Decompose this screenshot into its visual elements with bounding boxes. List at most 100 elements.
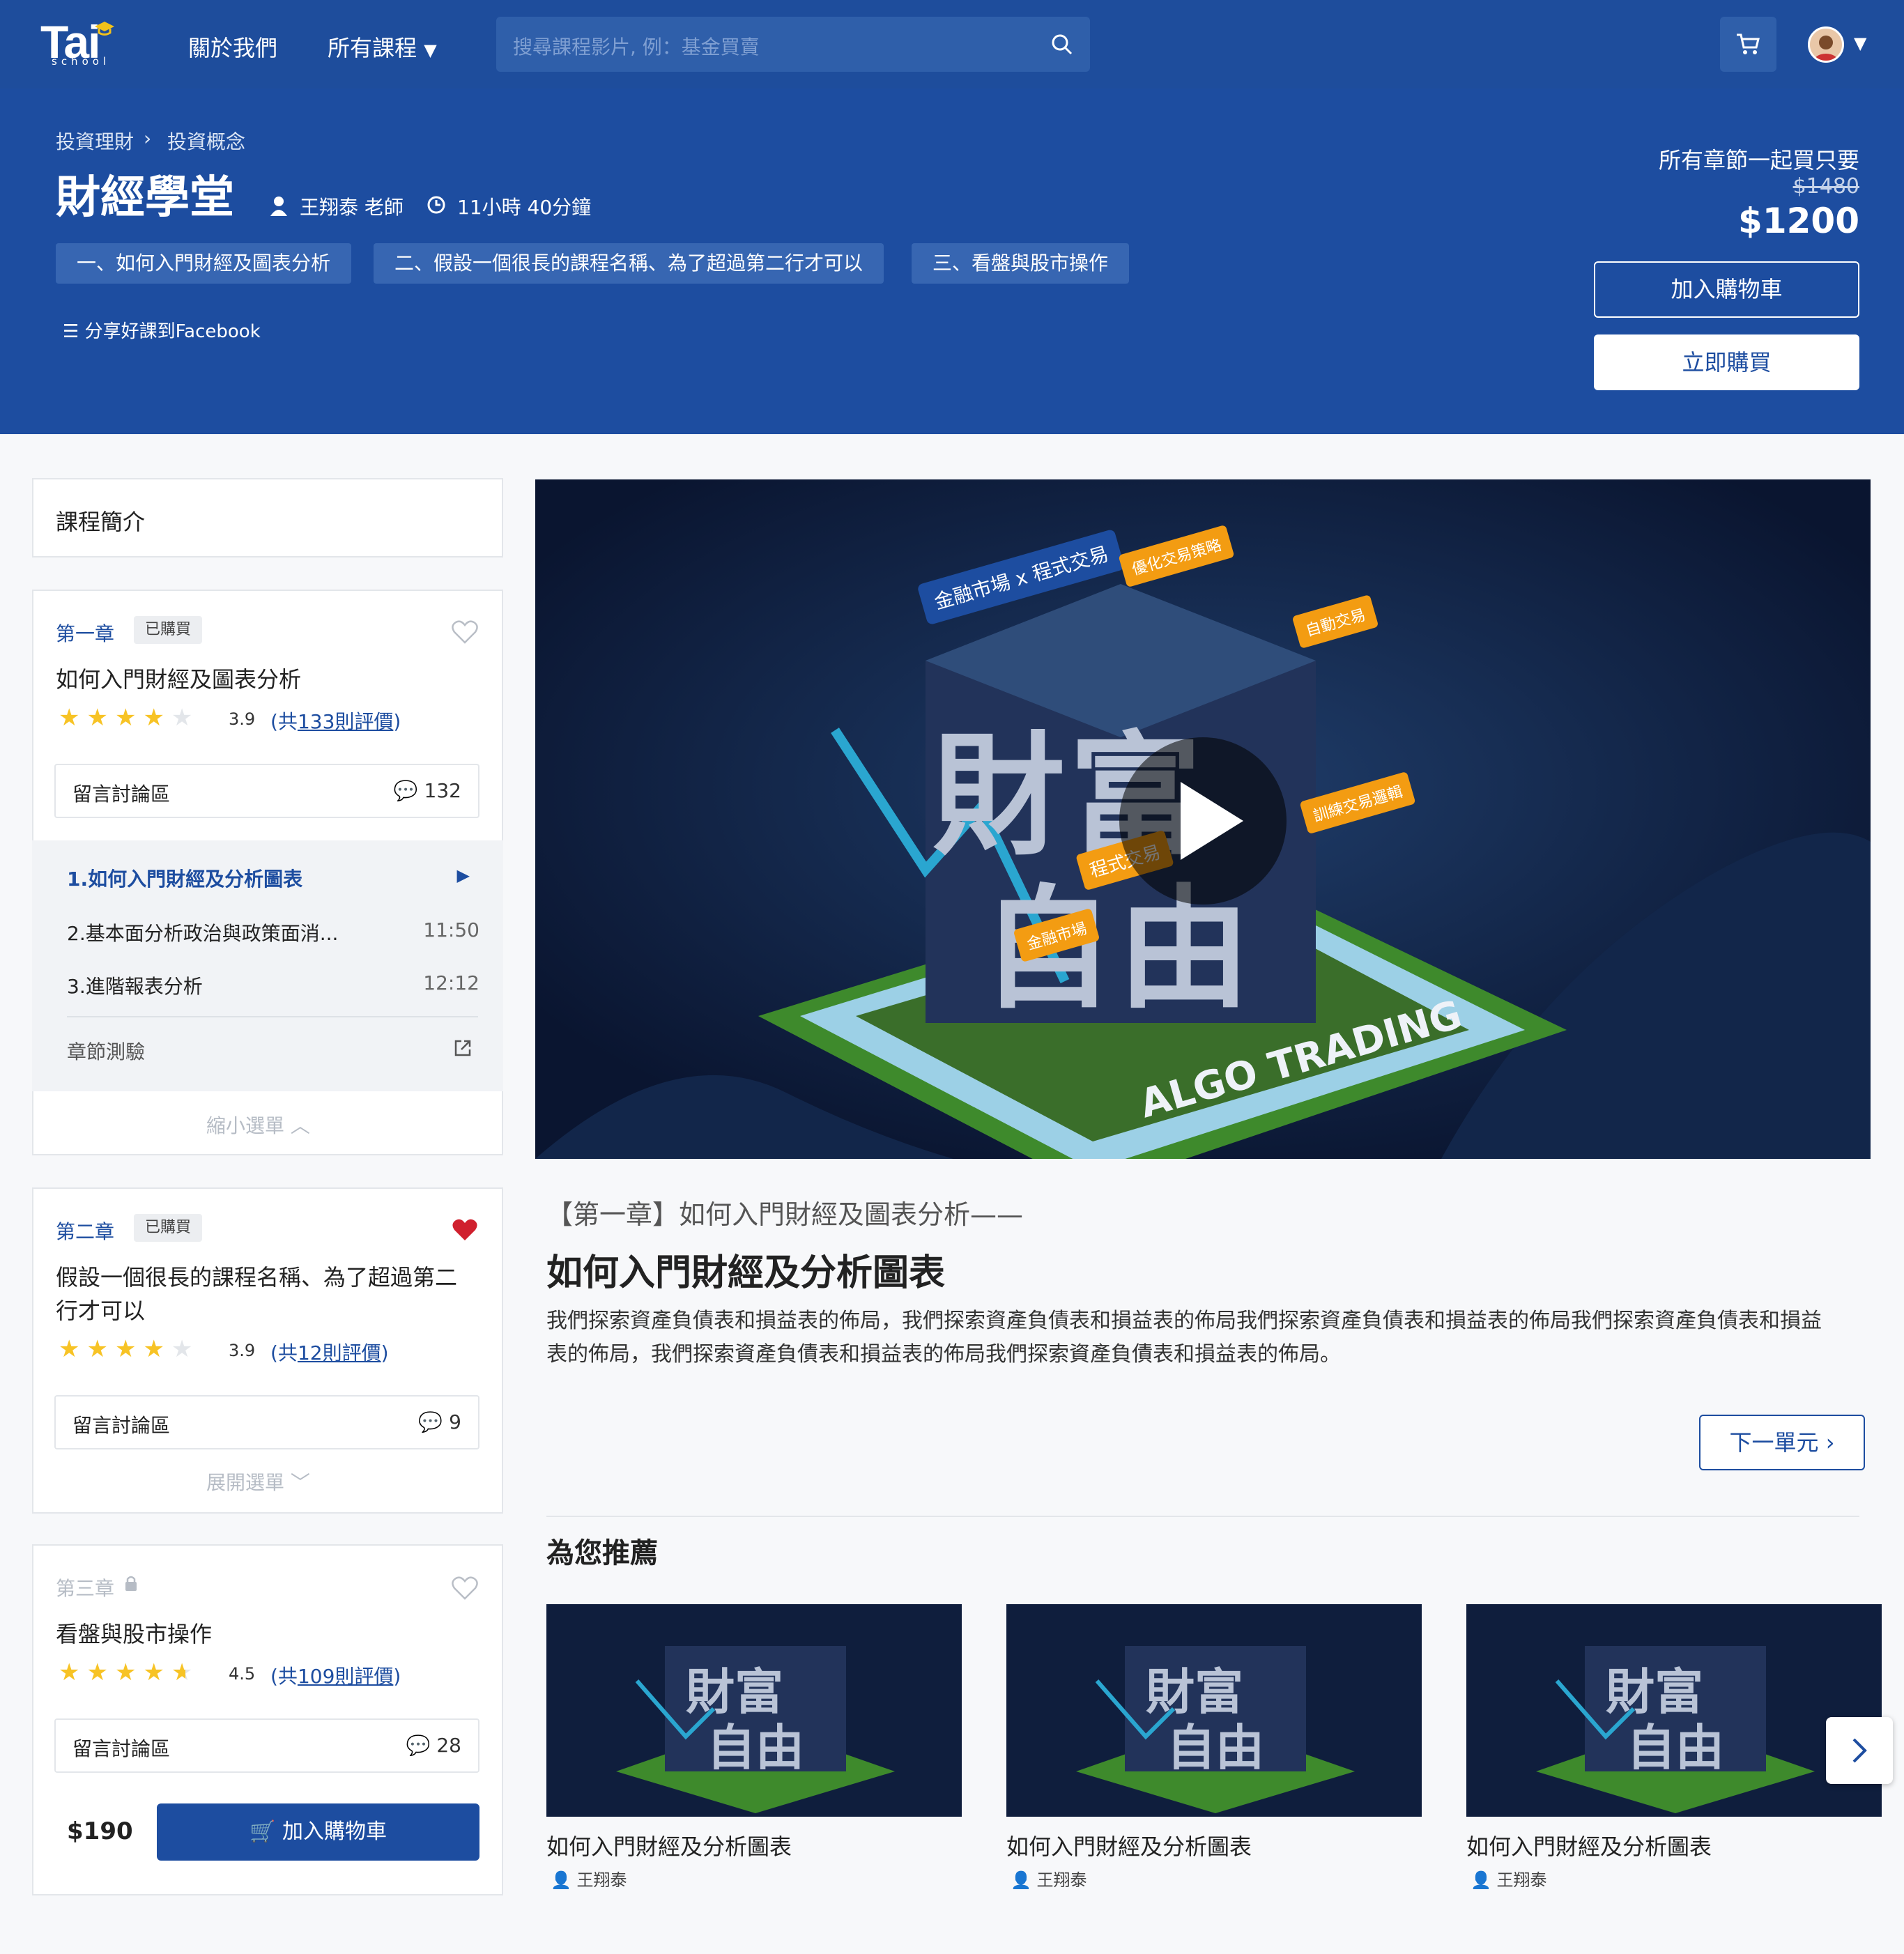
account-caret-icon[interactable]: ▼ [1854, 33, 1866, 53]
comment-icon: 💬 [393, 779, 418, 802]
comment-count-value: 9 [449, 1410, 461, 1433]
caret-down-icon: ▼ [424, 40, 437, 60]
recommend-heading: 為您推薦 [546, 1537, 658, 1569]
recommend-title[interactable]: 如何入門財經及分析圖表 [546, 1829, 792, 1861]
recommend-thumbnail[interactable]: 財富 自由 [1006, 1604, 1422, 1817]
cart-button[interactable] [1720, 17, 1776, 72]
reviews-suffix: ) [393, 1665, 401, 1688]
lesson-item[interactable]: 2.基本面分析政治與政策面消... [67, 918, 338, 946]
comment-icon: 💬 [406, 1734, 431, 1757]
play-icon [1181, 782, 1243, 860]
lesson-list: 1.如何入門財經及分析圖表 ▶ 2.基本面分析政治與政策面消... 11:50 … [32, 840, 503, 1091]
top-nav: Tai school 關於我們 所有課程 ▼ 搜尋課程影片, 例：基金買賣 ▼ [0, 0, 1904, 89]
chapter-title[interactable]: 如何入門財經及圖表分析 [56, 662, 301, 694]
comment-count-value: 28 [436, 1734, 461, 1757]
divider [546, 1516, 1859, 1517]
reviews-suffix: ) [381, 1341, 389, 1364]
reviews-count: 12則評價 [297, 1341, 381, 1364]
lesson-title: 如何入門財經及分析圖表 [546, 1252, 946, 1294]
share-facebook-link[interactable]: ☰ 分享好課到Facebook [63, 317, 261, 343]
bundle-price-note: 所有章節一起買只要 [1658, 147, 1859, 174]
chapter-tag-3[interactable]: 三、看盤與股市操作 [912, 243, 1130, 284]
discussion-label: 留言討論區 [72, 783, 171, 806]
play-indicator-icon: ▶ [456, 866, 470, 885]
play-button[interactable] [1119, 737, 1287, 905]
chapter-add-cart-label: 加入購物車 [282, 1820, 387, 1844]
heart-filled-icon[interactable] [452, 1218, 478, 1242]
cart-icon: 🛒 [249, 1820, 276, 1844]
reviews-count: 133則評價 [297, 710, 394, 733]
next-unit-button[interactable]: 下一單元 › [1699, 1415, 1865, 1470]
search-icon[interactable] [1051, 33, 1073, 56]
teacher-name: 王翔泰 老師 [300, 196, 404, 219]
course-intro-label: 課程簡介 [56, 509, 146, 535]
video-player[interactable]: 財富 自由 金融市場 x 程式交易 優化交易策略 自動交易 訓練交易邏輯 程式交… [535, 479, 1871, 1159]
divider [67, 1016, 478, 1017]
nav-about-link[interactable]: 關於我們 [188, 31, 277, 63]
chevron-right-icon: › [1825, 1429, 1835, 1456]
recommend-thumbnail[interactable]: 財富 自由 [546, 1604, 962, 1817]
chapter-title-line1[interactable]: 假設一個很長的課程名稱、為了超過第二 [56, 1260, 457, 1292]
search-input[interactable]: 搜尋課程影片, 例：基金買賣 [496, 17, 1090, 72]
heart-outline-icon[interactable] [452, 1576, 478, 1600]
star-rating-icon: ★★★★★ [59, 1335, 200, 1363]
chapter-tag-2[interactable]: 二、假設一個很長的課程名稱、為了超過第二行才可以 [374, 243, 884, 284]
thumbnail-title: 自由 [1627, 1719, 1724, 1776]
discussion-label: 留言討論區 [72, 1414, 171, 1437]
chapter-label-locked: 第三章 [56, 1577, 115, 1600]
thumbnail-title: 自由 [1167, 1719, 1264, 1776]
course-intro-card[interactable]: 課程簡介 [32, 478, 503, 557]
rating-value: 4.5 [229, 1664, 256, 1684]
search-placeholder: 搜尋課程影片, 例：基金買賣 [513, 36, 760, 59]
user-icon: 👤 [551, 1870, 571, 1890]
expand-menu-button[interactable]: 展開選單 ﹀ [206, 1468, 310, 1495]
external-link-icon[interactable] [453, 1038, 473, 1058]
reviews-link[interactable]: (共12則評價) [270, 1338, 389, 1366]
recommend-author: 👤 王翔泰 [1471, 1866, 1547, 1891]
avatar[interactable] [1808, 26, 1844, 63]
chapter-title-line2[interactable]: 行才可以 [56, 1293, 145, 1325]
chapter-title[interactable]: 看盤與股市操作 [56, 1617, 212, 1649]
lesson-duration: 11:50 [423, 918, 479, 941]
chapter-price: $190 [67, 1817, 133, 1845]
lesson-subtitle: 【第一章】如何入門財經及圖表分析—— [546, 1199, 1024, 1230]
collapse-menu-button[interactable]: 縮小選單 ︿ [206, 1111, 310, 1139]
chapter-tag-1[interactable]: 一、如何入門財經及圖表分析 [56, 243, 352, 284]
collapse-label: 縮小選單 [206, 1114, 285, 1137]
lesson-item[interactable]: 3.進階報表分析 [67, 971, 203, 999]
recommend-title[interactable]: 如何入門財經及分析圖表 [1006, 1829, 1252, 1861]
heart-outline-icon[interactable] [452, 620, 478, 644]
share-label: 分享好課到Facebook [84, 321, 261, 342]
lesson-duration: 12:12 [423, 971, 479, 994]
carousel-next-button[interactable] [1826, 1717, 1893, 1784]
list-icon: ☰ [63, 321, 79, 342]
chapter-quiz-link[interactable]: 章節測驗 [67, 1037, 145, 1065]
page-title: 財經學堂 [56, 172, 234, 224]
breadcrumb-separator-icon: › [144, 127, 152, 150]
discussion-button[interactable]: 留言討論區 💬 132 [54, 764, 479, 818]
lesson-description: 我們探索資產負債表和損益表的佈局，我們探索資產負債表和損益表的佈局我們探索資產負… [546, 1309, 1822, 1367]
lesson-item-active[interactable]: 1.如何入門財經及分析圖表 [67, 864, 302, 892]
discussion-button[interactable]: 留言討論區 💬 28 [54, 1718, 479, 1773]
purchased-badge: 已購買 [134, 1214, 203, 1242]
nav-courses-dropdown[interactable]: 所有課程 ▼ [328, 31, 437, 63]
discussion-button[interactable]: 留言討論區 💬 9 [54, 1395, 479, 1449]
recommend-author-name: 王翔泰 [576, 1870, 627, 1890]
chapter-add-cart-button[interactable]: 🛒 加入購物車 [157, 1803, 479, 1861]
rating-value: 3.9 [229, 1341, 256, 1360]
comment-count: 💬 132 [394, 779, 461, 802]
comment-count-value: 132 [424, 779, 461, 802]
recommend-thumbnail[interactable]: 財富 自由 [1466, 1604, 1882, 1817]
breadcrumb-category[interactable]: 投資理財 [56, 127, 134, 155]
buy-now-button[interactable]: 立即購買 [1594, 334, 1859, 390]
graduation-cap-icon [95, 22, 114, 36]
recommend-author: 👤 王翔泰 [1011, 1866, 1087, 1891]
reviews-link[interactable]: (共109則評價) [270, 1661, 401, 1689]
star-rating-icon: ★★★★★ [59, 704, 200, 732]
reviews-link[interactable]: (共133則評價) [270, 707, 401, 734]
recommend-title[interactable]: 如何入門財經及分析圖表 [1466, 1829, 1712, 1861]
add-to-cart-button[interactable]: 加入購物車 [1594, 261, 1859, 318]
breadcrumb-subcategory[interactable]: 投資概念 [167, 127, 245, 155]
clock-icon [427, 196, 445, 214]
teacher-icon [270, 197, 287, 216]
